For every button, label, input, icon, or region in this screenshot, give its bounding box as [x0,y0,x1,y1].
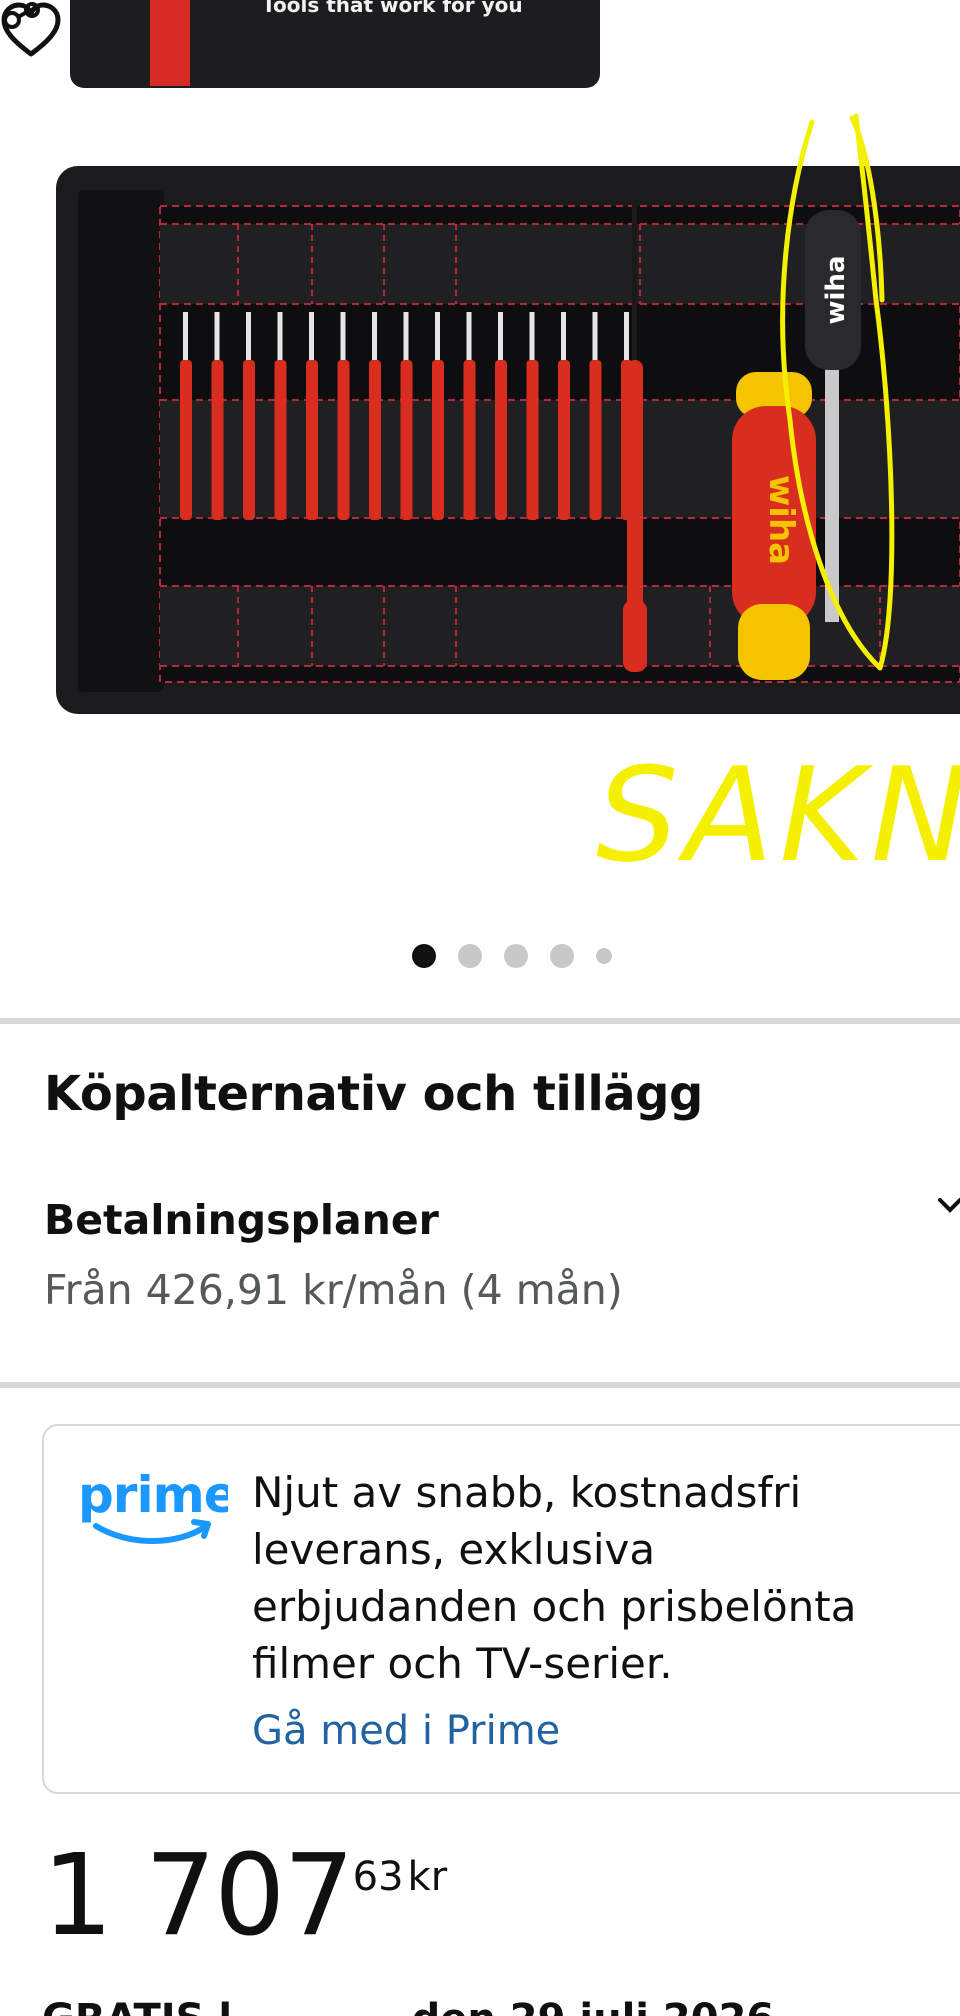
delivery-info: GRATIS l ... den 29 juli 2026 [42,1996,774,2016]
annotation-text: SAKNAS [596,739,960,891]
buy-options-title: Köpalternativ och tillägg [44,1066,703,1122]
pouch-top-strap [150,0,190,86]
carousel-dot[interactable] [504,944,528,968]
section-divider [0,1382,960,1388]
chevron-down-icon[interactable] [900,1178,960,1228]
prime-logo-text: prime [78,1466,228,1524]
prime-promo-card: prime Njut av snabb, kostnadsfri leveran… [42,1424,960,1794]
price-currency: kr [407,1854,448,1900]
product-image-carousel[interactable]: Tools that work for you wiha wiha SAK [0,0,960,1010]
product-price: 1 70763 kr [42,1840,447,1952]
product-page: Tools that work for you wiha wiha SAK Kö… [0,0,960,2016]
payment-plans-row[interactable]: Betalningsplaner Från 426,91 kr/mån (4 m… [44,1196,960,1326]
handle-brand: wiha [761,475,801,565]
share-icon[interactable] [0,0,40,40]
prime-logo: prime [78,1466,228,1544]
payment-plans-title: Betalningsplaner [44,1196,439,1244]
product-photo: Tools that work for you wiha wiha SAK [56,0,960,891]
carousel-dots[interactable] [412,944,612,968]
delivery-date: ... den 29 juli 2026 [352,1996,774,2016]
section-divider [0,1018,960,1024]
pouch-print: Tools that work for you [262,0,523,17]
carousel-dot[interactable] [458,944,482,968]
join-prime-link[interactable]: Gå med i Prime [252,1708,560,1754]
prime-description: Njut av snabb, kostnadsfri leverans, exk… [252,1468,857,1688]
carousel-dot[interactable] [550,944,574,968]
carousel-dot[interactable] [412,944,436,968]
payment-plans-subtitle: Från 426,91 kr/mån (4 mån) [44,1266,623,1314]
torque-brand: wiha [821,256,851,325]
price-whole: 1 707 [42,1831,355,1961]
price-fraction: 63 [352,1854,404,1900]
delivery-label: GRATIS l [42,1996,232,2016]
carousel-dot[interactable] [596,948,612,964]
blade-set [180,312,633,520]
screwdriver-handle: wiha [732,372,816,680]
